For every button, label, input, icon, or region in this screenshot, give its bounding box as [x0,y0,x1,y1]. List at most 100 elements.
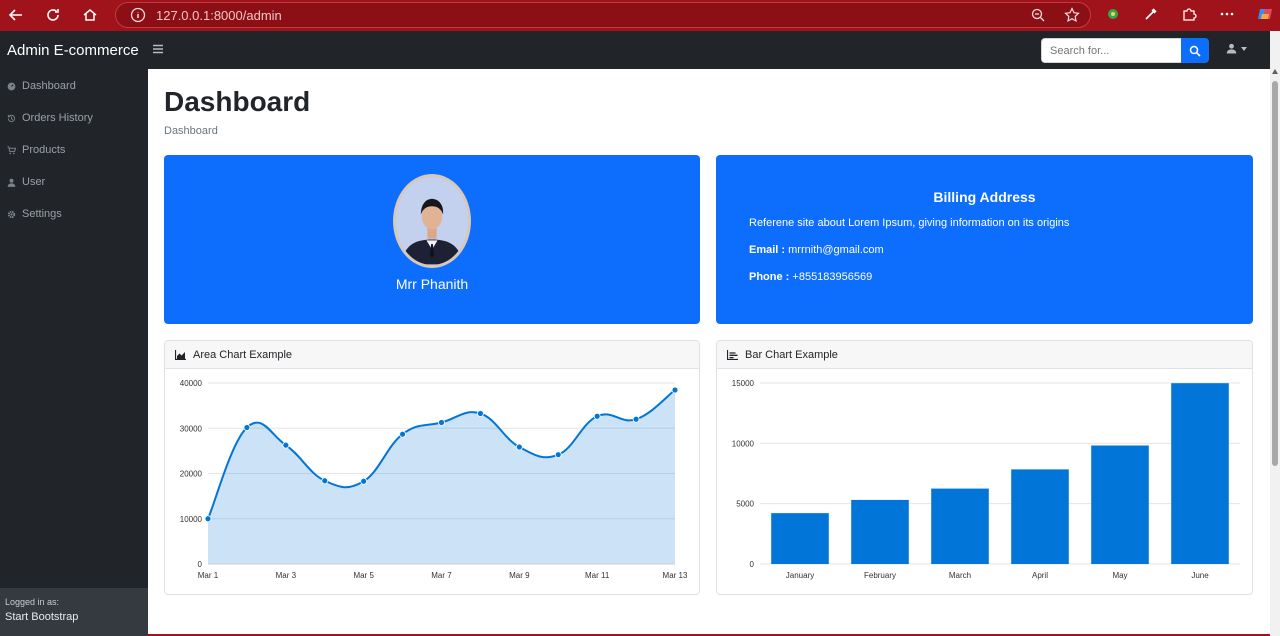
brand-link[interactable]: Admin E-commerce [7,42,139,59]
search-input[interactable] [1041,38,1181,63]
profile-card: Mrr Phanith [164,155,700,324]
scroll-up-icon[interactable] [1272,69,1278,74]
y-tick-label: 15000 [732,379,755,388]
data-point [399,430,406,438]
zoom-icon[interactable] [1030,7,1046,23]
x-tick-label: Mar 5 [353,571,374,580]
copilot-icon[interactable] [1257,6,1273,22]
billing-description: Referene site about Lorem Ipsum, giving … [749,217,1070,229]
search-icon [1189,45,1201,57]
reload-icon[interactable] [39,1,67,29]
avatar [393,174,471,268]
bar-chart-header: Bar Chart Example [717,341,1252,369]
sidebar-item-label: Products [22,144,66,156]
profile-name: Mrr Phanith [395,276,469,292]
area-chart: 0 10000 20000 30000 40000 Mar 1 Mar 3 Mar 5 Mar … [180,379,688,580]
bar-chart-card: Bar Chart Example 0 5000 10000 15000 January… [716,340,1253,595]
sidebar-item-dashboard[interactable]: Dashboard [0,70,148,102]
y-tick-label: 30000 [180,424,203,433]
email-label: Email : [749,244,786,256]
top-navbar: Admin E-commerce [0,31,1270,69]
search-button[interactable] [1181,38,1209,63]
y-tick-label: 5000 [736,500,754,509]
x-tick-label: February [864,571,896,580]
sidebar-footer: Logged in as: Start Bootstrap [0,588,148,636]
phone-value: +855183956569 [792,271,873,283]
url-text: 127.0.0.1:8000/admin [156,7,282,23]
billing-email: Email : mrrnith@gmail.com [749,244,884,256]
caret-down-icon [1241,46,1247,51]
bar-chart-title: Bar Chart Example [745,348,838,361]
gauge-icon [7,82,16,90]
area-chart-icon [175,349,186,360]
sidebar-item-user[interactable]: User [0,166,148,198]
data-point [360,477,368,485]
bar [1011,469,1069,564]
profile-photo [396,177,468,265]
cart-icon [7,145,16,154]
x-tick-label: Mar 13 [663,571,688,580]
scrollbar[interactable] [1270,31,1280,636]
search-form [1041,38,1209,63]
sidebar: Dashboard Orders History Products User S… [0,69,148,636]
data-point [438,419,445,426]
phone-label: Phone : [749,271,790,283]
address-bar[interactable]: 127.0.0.1:8000/admin [115,2,1091,28]
y-tick-label: 10000 [180,515,203,524]
puzzle-icon[interactable] [1181,6,1197,22]
data-point [593,412,601,420]
bar [1171,383,1229,564]
x-tick-label: March [949,571,971,580]
more-icon[interactable] [1219,6,1235,22]
x-tick-label: Mar 1 [198,571,219,580]
logged-in-user: Start Bootstrap [5,611,79,623]
breadcrumb: Dashboard [164,125,218,137]
email-value: mrrnith@gmail.com [788,244,884,256]
area-chart-card: Area Chart Example 0 10000 20000 30000 40000… [164,340,700,595]
bar-chart-icon [727,349,738,360]
sidebar-item-products[interactable]: Products [0,134,148,166]
area-fill [208,390,675,564]
gear-icon [7,210,16,218]
data-point [204,515,212,523]
data-point [671,386,679,394]
bar [771,513,829,564]
data-point [632,415,640,423]
data-point [477,410,484,417]
data-point [321,477,329,485]
x-tick-label: Mar 11 [585,571,610,580]
billing-title: Billing Address [933,189,1036,205]
user-icon [1226,43,1237,54]
star-icon[interactable] [1064,7,1080,23]
eyedropper-icon[interactable] [1143,6,1159,22]
extension-icon[interactable] [1105,6,1121,22]
user-dropdown[interactable] [1226,43,1247,54]
info-icon[interactable] [130,7,146,23]
data-point [243,424,251,431]
data-point [282,441,290,449]
scrollbar-thumb[interactable] [1272,81,1278,466]
y-tick-label: 20000 [180,470,203,479]
billing-card: Billing Address Referene site about Lore… [716,155,1253,324]
user-icon [7,178,16,187]
sidebar-item-label: Settings [22,208,62,220]
logged-in-label: Logged in as: [5,597,60,607]
area-chart-header: Area Chart Example [165,341,699,369]
menu-toggle-icon[interactable] [152,43,164,55]
x-tick-label: Mar 3 [276,571,297,580]
y-tick-label: 0 [198,560,203,569]
sidebar-item-label: User [22,176,46,188]
back-icon[interactable] [2,1,30,29]
data-point [554,451,562,459]
x-tick-label: June [1191,571,1209,580]
y-tick-label: 0 [750,560,755,569]
bar [851,499,909,564]
x-tick-label: Mar 9 [509,571,530,580]
sidebar-item-orders-history[interactable]: Orders History [0,102,148,134]
home-icon[interactable] [76,1,104,29]
sidebar-item-settings[interactable]: Settings [0,198,148,230]
x-tick-label: May [1112,571,1127,580]
main-content: Dashboard Dashboard Mrr Phanith Billing … [148,69,1270,636]
x-tick-label: January [786,571,814,580]
y-tick-label: 40000 [180,379,203,388]
